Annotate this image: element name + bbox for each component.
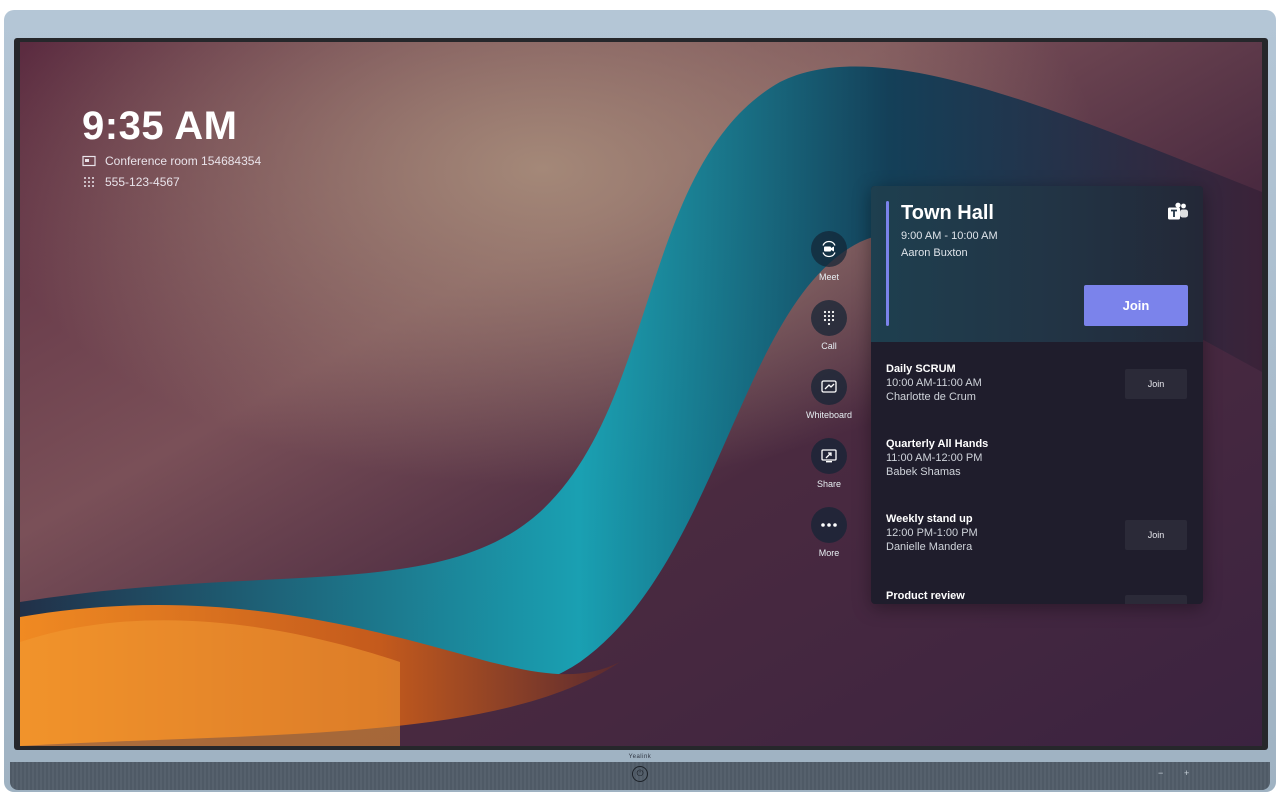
whiteboard-icon [811, 369, 847, 405]
featured-meeting-card[interactable]: Town Hall 9:00 AM - 10:00 AM Aaron Buxto… [871, 186, 1203, 342]
meeting-title: Quarterly All Hands [886, 438, 989, 450]
clock: 9:35 AM [82, 104, 238, 148]
featured-meeting-title: Town Hall [901, 202, 994, 224]
meeting-item[interactable]: Quarterly All Hands 11:00 AM-12:00 PM Ba… [886, 438, 1188, 498]
room-info: Conference room 154684354 [82, 154, 261, 168]
meeting-item[interactable]: Product review [886, 590, 1188, 604]
meeting-accent-bar [886, 201, 889, 326]
meeting-organizer: Babek Shamas [886, 466, 961, 478]
meeting-time: 11:00 AM-12:00 PM [886, 452, 983, 464]
more-icon [811, 507, 847, 543]
featured-meeting-organizer: Aaron Buxton [901, 247, 968, 259]
join-daily-scrum-button[interactable]: Join [1125, 369, 1187, 399]
power-icon[interactable]: ⏻ [632, 766, 648, 782]
room-name: Conference room 154684354 [105, 154, 262, 168]
phone-info: 555-123-4567 [82, 175, 180, 189]
more-label: More [818, 548, 840, 558]
teams-icon [1168, 202, 1188, 220]
whiteboard-button[interactable]: Whiteboard [806, 369, 852, 420]
call-button[interactable]: Call [806, 300, 852, 351]
featured-meeting-time: 9:00 AM - 10:00 AM [901, 230, 998, 242]
join-weekly-standup-button[interactable]: Join [1125, 520, 1187, 550]
share-button[interactable]: Share [806, 438, 852, 489]
brand-logo: Yealink [628, 754, 652, 760]
share-screen-icon [811, 438, 847, 474]
join-product-review-button[interactable] [1125, 595, 1187, 604]
more-button[interactable]: More [806, 507, 852, 558]
meet-button[interactable]: Meet [806, 231, 852, 282]
room-display-icon [82, 155, 96, 167]
volume-up-icon[interactable]: + [1184, 768, 1189, 778]
join-town-hall-button[interactable]: Join [1084, 285, 1188, 326]
meeting-item[interactable]: Weekly stand up 12:00 PM-1:00 PM Daniell… [886, 513, 1188, 573]
volume-down-icon[interactable]: − [1158, 768, 1163, 778]
meeting-item[interactable]: Daily SCRUM 10:00 AM-11:00 AM Charlotte … [886, 363, 1188, 423]
phone-number: 555-123-4567 [105, 175, 180, 189]
meetings-panel: Town Hall 9:00 AM - 10:00 AM Aaron Buxto… [871, 186, 1203, 604]
share-label: Share [816, 479, 842, 489]
meet-label: Meet [818, 272, 839, 282]
call-label: Call [821, 341, 837, 351]
dialpad-icon [811, 300, 847, 336]
dialpad-icon [84, 177, 94, 187]
camera-icon [811, 231, 847, 267]
whiteboard-label: Whiteboard [806, 410, 853, 420]
